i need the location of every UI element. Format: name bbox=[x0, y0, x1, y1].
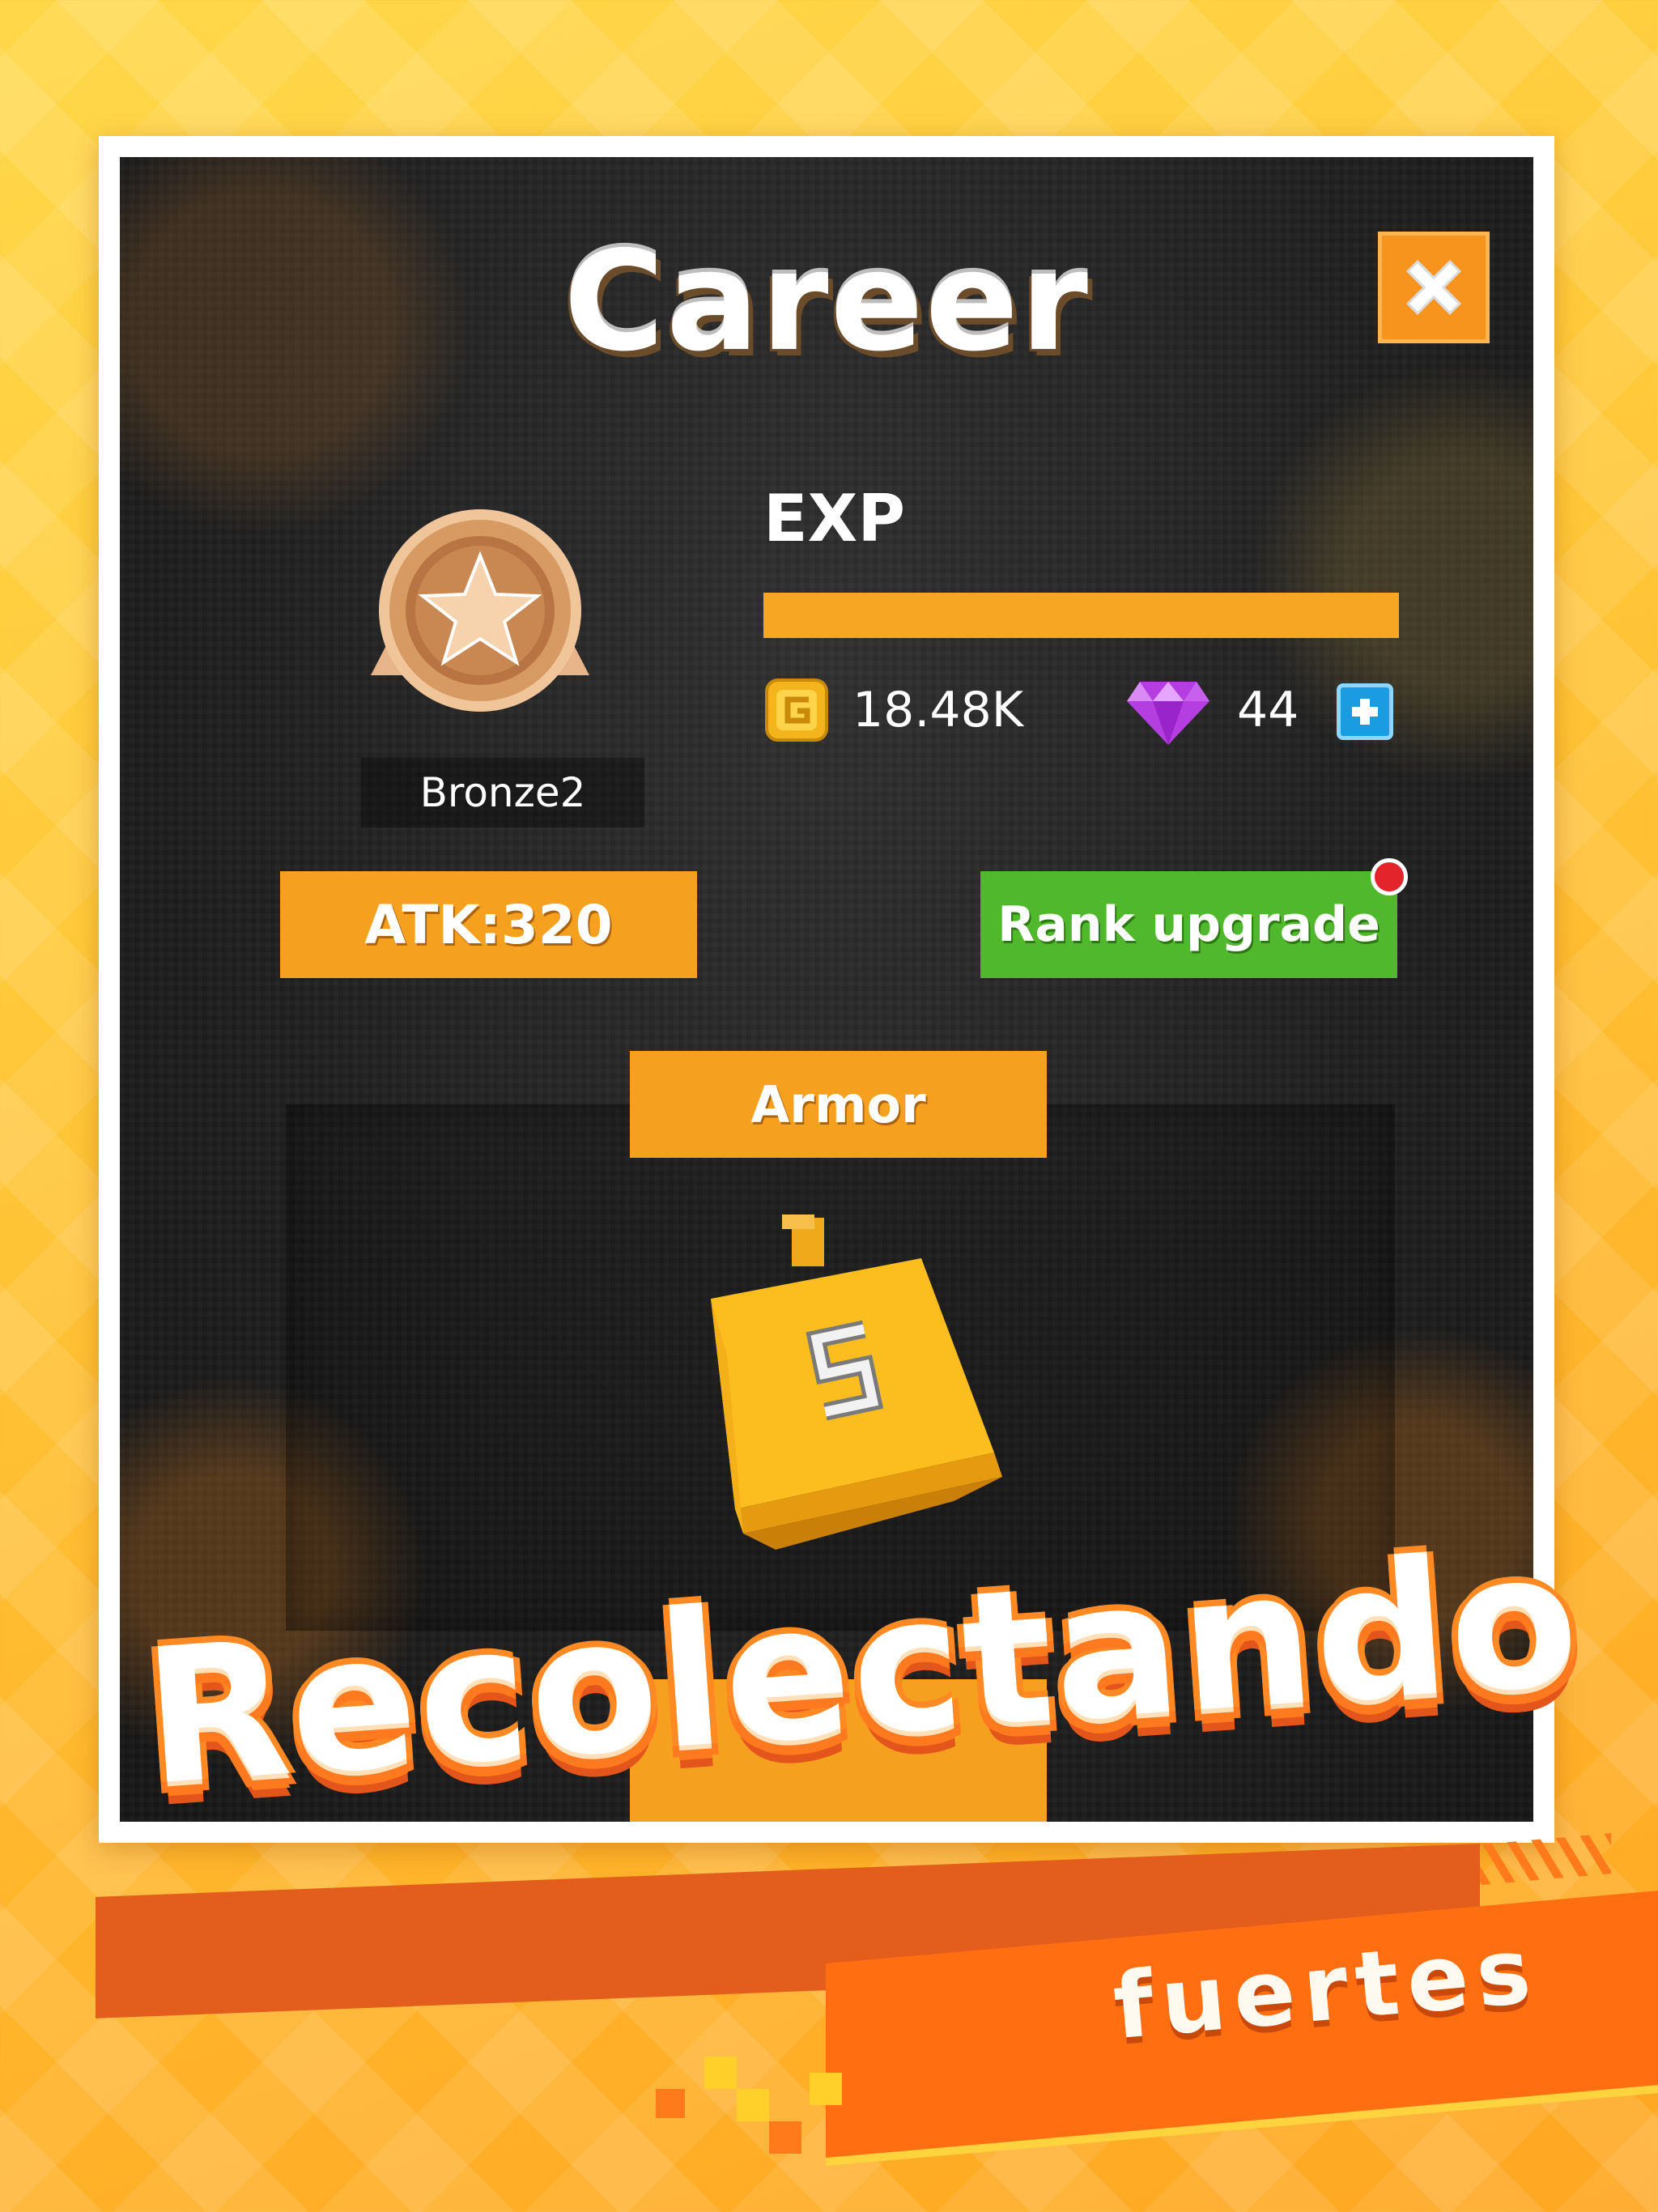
gems-value: 44 bbox=[1237, 682, 1299, 738]
armor-tank-icon[interactable] bbox=[678, 1210, 1018, 1582]
decorative-pixel bbox=[704, 2057, 737, 2089]
decorative-pixel bbox=[737, 2089, 769, 2121]
rank-name: Bronze2 bbox=[361, 758, 644, 827]
decorative-pixel bbox=[769, 2121, 801, 2154]
purple-gem-icon bbox=[1127, 682, 1209, 745]
decorative-pixel bbox=[810, 2073, 842, 2105]
exp-progress-bar bbox=[763, 593, 1399, 638]
coins-value: 18.48K bbox=[852, 682, 1024, 738]
decorative-pixel bbox=[656, 2089, 685, 2118]
notification-dot bbox=[1371, 858, 1408, 895]
add-gems-button[interactable] bbox=[1337, 683, 1393, 740]
popup-title: Career bbox=[563, 222, 1090, 382]
rank-upgrade-button[interactable]: Rank upgrade bbox=[980, 871, 1397, 978]
bronze-star-badge-icon bbox=[371, 509, 589, 712]
exp-label: EXP bbox=[763, 481, 905, 556]
attack-stat-button[interactable]: ATK:320 bbox=[280, 871, 697, 978]
close-button[interactable] bbox=[1378, 232, 1490, 343]
close-icon bbox=[1405, 259, 1462, 316]
gold-coin-icon bbox=[765, 678, 828, 742]
exp-progress-fill bbox=[763, 593, 1399, 638]
armor-tab-button[interactable]: Armor bbox=[630, 1051, 1047, 1158]
plus-icon bbox=[1352, 699, 1378, 725]
